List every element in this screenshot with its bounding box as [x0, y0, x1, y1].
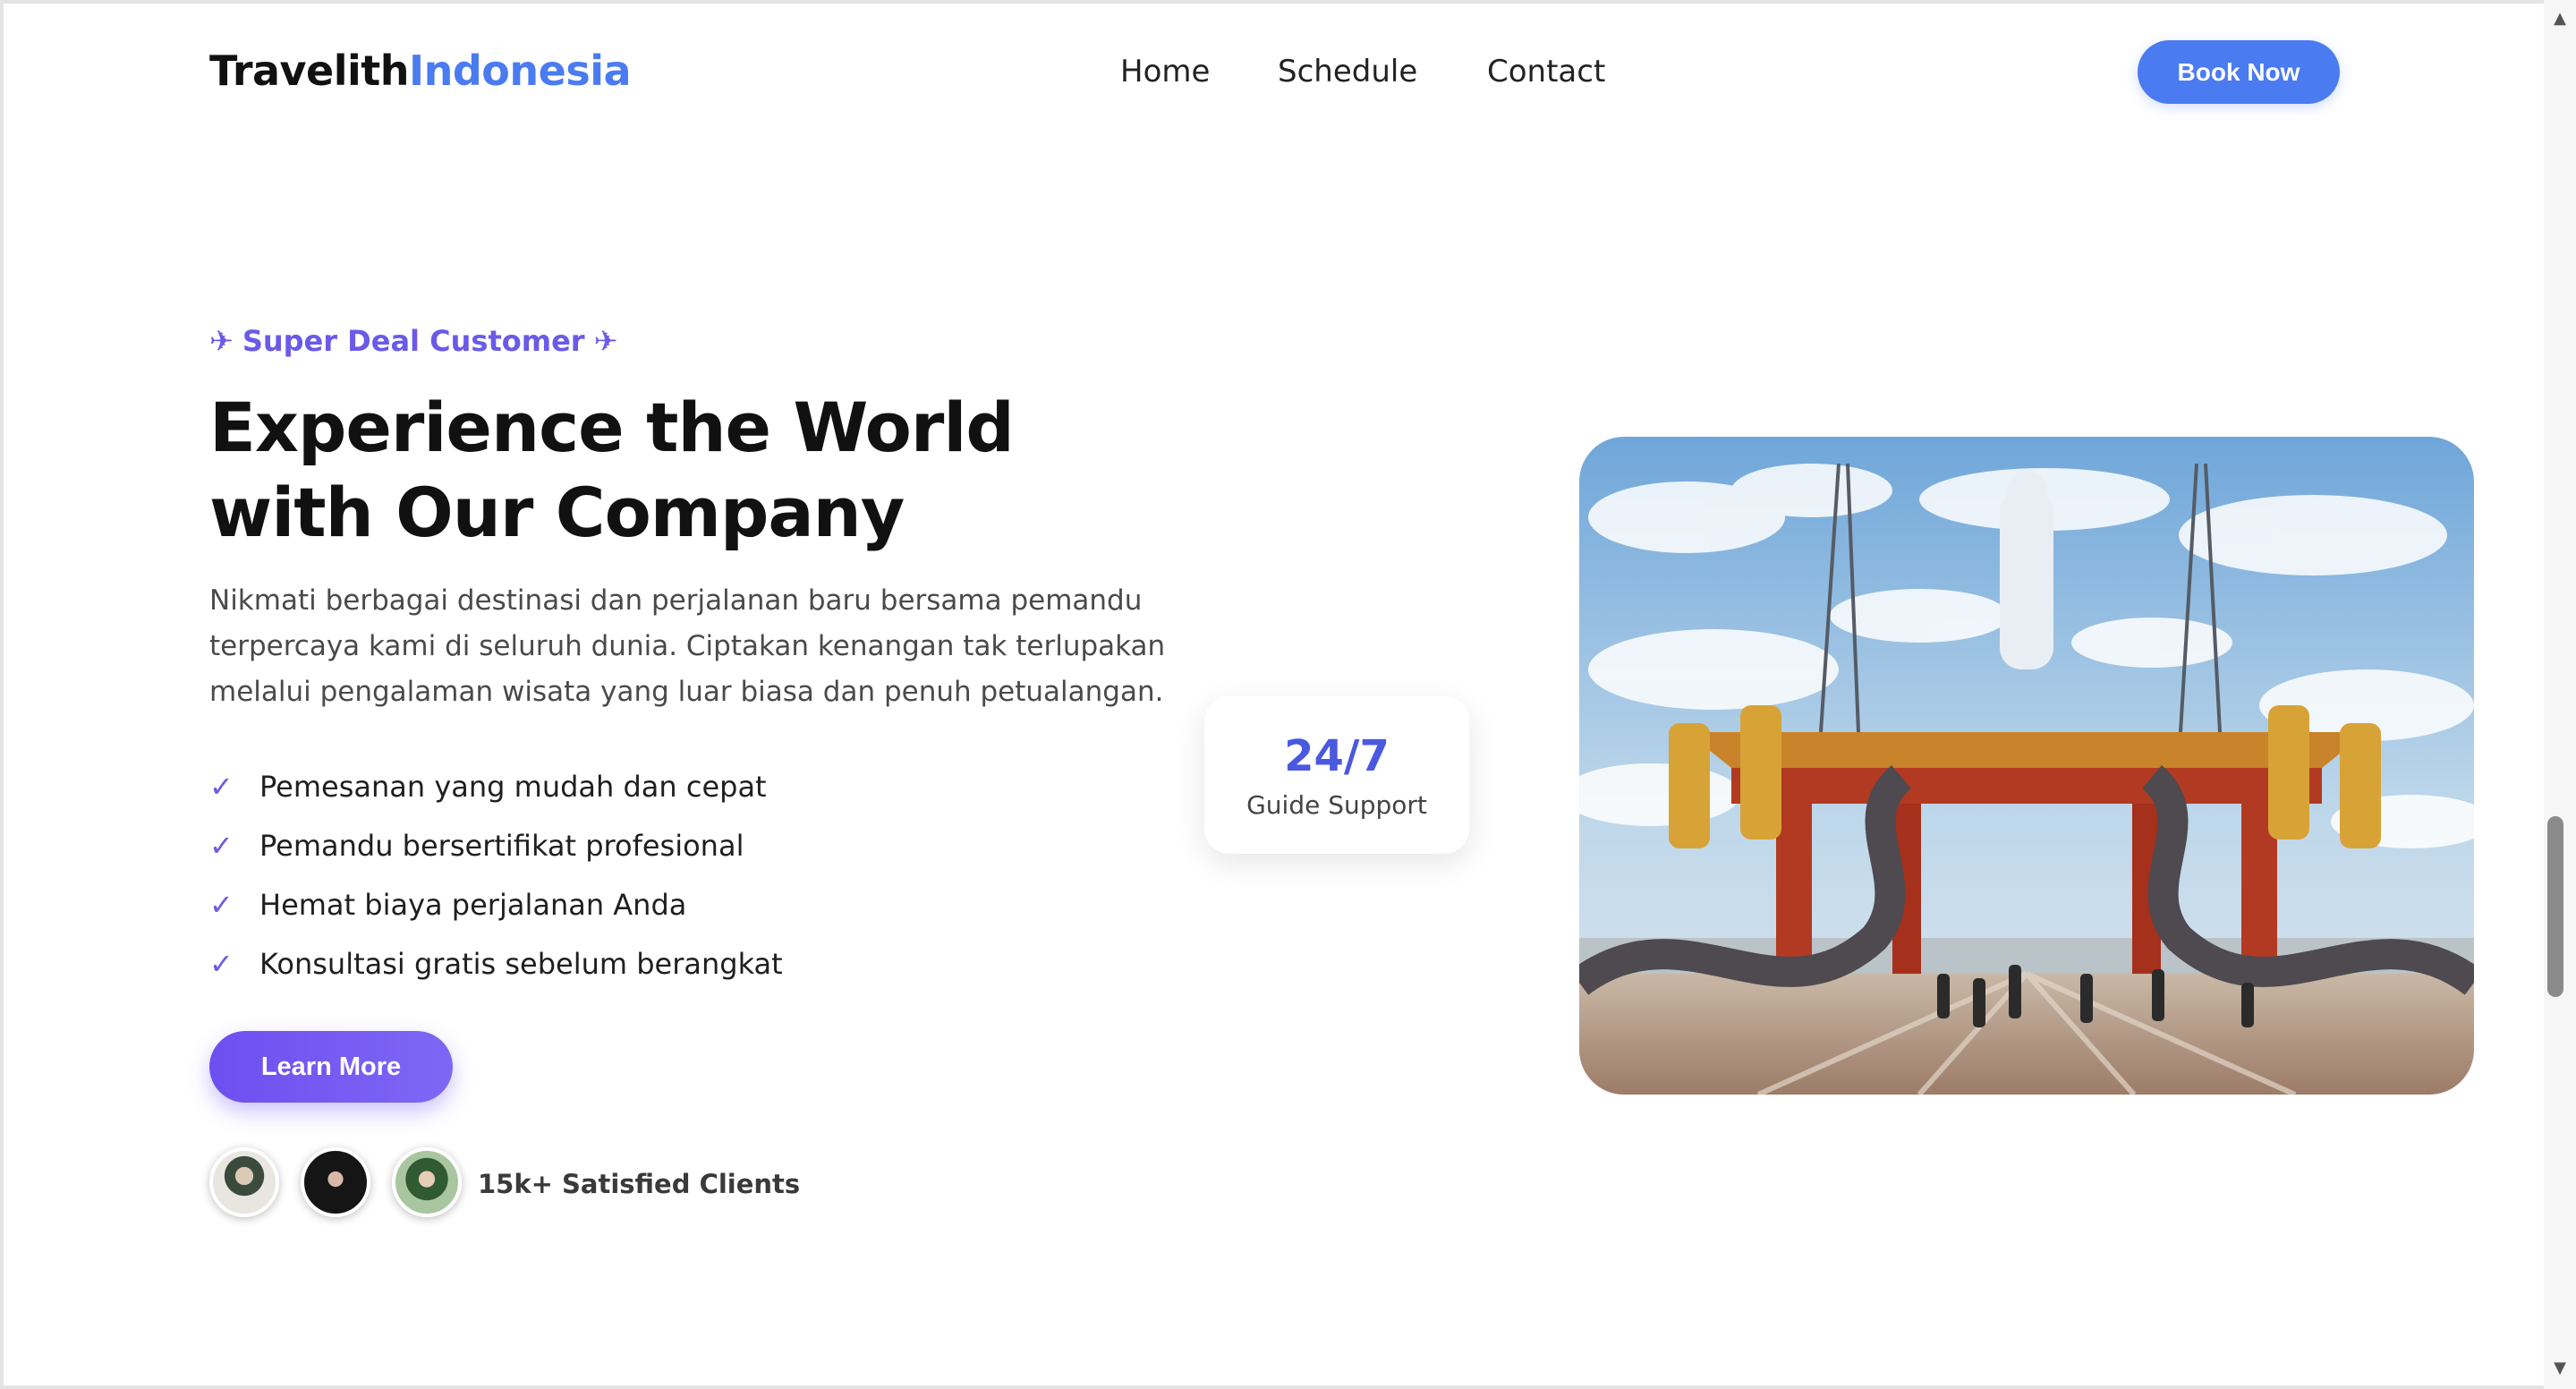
book-now-button[interactable]: Book Now	[2138, 40, 2340, 104]
feature-text: Konsultasi gratis sebelum berangkat	[259, 947, 783, 981]
headline-line-1: Experience the World	[209, 388, 1015, 467]
avatar	[301, 1147, 370, 1217]
feature-text: Pemandu bersertifikat profesional	[259, 829, 744, 863]
feature-item: ✓ Hemat biaya perjalanan Anda	[209, 875, 783, 934]
brand-name-part2: Indonesia	[409, 47, 632, 95]
scrollbar-thumb[interactable]	[2547, 816, 2563, 997]
hero-image	[1579, 437, 2474, 1095]
feature-item: ✓ Pemesanan yang mudah dan cepat	[209, 757, 783, 816]
satisfied-clients-text: 15k+ Satisfied Clients	[478, 1169, 801, 1199]
feature-item: ✓ Pemandu bersertifikat profesional	[209, 816, 783, 875]
support-label: Guide Support	[1246, 789, 1427, 820]
nav-contact[interactable]: Contact	[1487, 54, 1605, 89]
nav-schedule[interactable]: Schedule	[1278, 54, 1417, 89]
brand-name-part1: Travelith	[209, 47, 410, 95]
eyebrow-text: Super Deal Customer	[242, 324, 585, 358]
brand-logo[interactable]: TravelithIndonesia	[209, 47, 632, 95]
airplane-icon: ✈	[209, 324, 234, 358]
nav-home[interactable]: Home	[1120, 54, 1210, 89]
feature-text: Pemesanan yang mudah dan cepat	[259, 770, 767, 804]
eyebrow-badge: ✈ Super Deal Customer ✈	[209, 324, 617, 358]
check-icon: ✓	[209, 947, 234, 981]
avatar	[209, 1147, 279, 1217]
scrollbar[interactable]	[2544, 0, 2576, 1389]
feature-text: Hemat biaya perjalanan Anda	[259, 888, 687, 922]
headline-line-2: with Our Company	[209, 473, 905, 552]
guide-support-card: 24/7 Guide Support	[1204, 696, 1469, 854]
avatar	[392, 1147, 462, 1217]
client-avatars	[209, 1147, 462, 1217]
scroll-down-arrow-icon[interactable]: ▼	[2550, 1359, 2570, 1378]
support-number: 24/7	[1284, 730, 1390, 781]
feature-list: ✓ Pemesanan yang mudah dan cepat ✓ Peman…	[209, 757, 783, 993]
hero-headline: Experience the World with Our Company	[209, 385, 1104, 555]
feature-item: ✓ Konsultasi gratis sebelum berangkat	[209, 934, 783, 993]
hero-description: Nikmati berbagai destinasi dan perjalana…	[209, 584, 1166, 708]
temple-gate-illustration	[1579, 437, 2474, 1095]
scroll-up-arrow-icon[interactable]: ▲	[2550, 9, 2570, 29]
check-icon: ✓	[209, 829, 234, 863]
learn-more-button[interactable]: Learn More	[209, 1031, 453, 1103]
check-icon: ✓	[209, 770, 234, 804]
airplane-icon: ✈	[593, 324, 618, 358]
check-icon: ✓	[209, 888, 234, 922]
